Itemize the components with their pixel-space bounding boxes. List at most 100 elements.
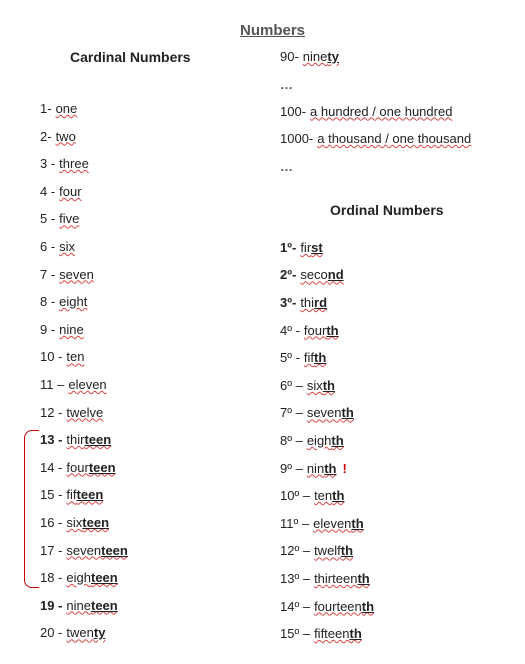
left-column: Cardinal Numbers 1- one2- two3 - three4 … — [40, 49, 240, 654]
entry-word: eleven — [68, 377, 106, 393]
entry-number: 5º - — [280, 350, 300, 366]
entry-number: 4 - — [40, 184, 55, 200]
entry-word: two — [56, 129, 76, 145]
entry-word: eight — [59, 294, 87, 310]
entry-word: ninety — [303, 49, 339, 65]
entry-word: twelfth — [314, 543, 353, 559]
entry-number: 11 – — [40, 377, 64, 393]
entry-number: 18 - — [40, 570, 62, 586]
brace-decoration — [24, 430, 39, 588]
entry-number: 13 - — [40, 432, 62, 448]
ordinal-entry: 6º – sixth — [280, 378, 500, 394]
entry-number: 10º – — [280, 488, 310, 504]
entry-number: 10 - — [40, 349, 62, 365]
cardinal-entry: 3 - three — [40, 156, 240, 172]
entry-word: nine — [59, 322, 84, 338]
cardinal-entry: 1000- a thousand / one thousand — [280, 131, 500, 147]
entry-number: 14 - — [40, 460, 62, 476]
entry-number: 2- — [40, 129, 52, 145]
ordinal-entry: 14º – fourteenth — [280, 599, 500, 615]
cardinal-extra-list: 90- ninety…100- a hundred / one hundred1… — [280, 49, 500, 174]
ordinal-entry: 4º - fourth — [280, 323, 500, 339]
entry-word: six — [59, 239, 75, 255]
entry-word: eighth — [307, 433, 344, 449]
entry-number: 19 - — [40, 598, 62, 614]
page-title: Numbers — [40, 22, 505, 39]
entry-number: 90- — [280, 49, 299, 65]
entry-number: 15º – — [280, 626, 310, 642]
entry-word: tenth — [314, 488, 344, 504]
ordinal-entry: 15º – fifteenth — [280, 626, 500, 642]
entry-number: 9 - — [40, 322, 55, 338]
cardinal-entry: 5 - five — [40, 211, 240, 227]
entry-word: second — [300, 267, 343, 283]
entry-word: seven — [59, 267, 94, 283]
entry-number: 6º – — [280, 378, 303, 394]
entry-word: sixth — [307, 378, 335, 394]
entry-word: eighteen — [66, 570, 117, 586]
cardinal-entry: 11 – eleven — [40, 377, 240, 393]
cardinal-entry: 16 - sixteen — [40, 515, 240, 531]
cardinal-entry: 18 - eighteen — [40, 570, 240, 586]
cardinal-entry: 13 -thirteen — [40, 432, 240, 448]
cardinal-entry: 10 - ten — [40, 349, 240, 365]
entry-word: fourth — [304, 323, 339, 339]
entry-word: thirteenth — [314, 571, 370, 587]
entry-number: 14º – — [280, 599, 310, 615]
cardinal-entry: 4 - four — [40, 184, 240, 200]
ordinal-heading: Ordinal Numbers — [330, 202, 500, 218]
entry-number: 100- — [280, 104, 306, 120]
ordinal-entry: 8º – eighth — [280, 433, 500, 449]
entry-word: fourteen — [66, 460, 115, 476]
entry-number: 8 - — [40, 294, 55, 310]
ordinal-entry: 11º – eleventh — [280, 516, 500, 532]
entry-word: three — [59, 156, 89, 172]
entry-number: 12 - — [40, 405, 62, 421]
entry-number: 7º – — [280, 405, 303, 421]
entry-word: fifteen — [66, 487, 103, 503]
cardinal-entry: 9 - nine — [40, 322, 240, 338]
ordinal-list: 1º- first 2º- second 3º- third 4º - fourth 5… — [280, 240, 500, 642]
entry-word: a thousand / one thousand — [317, 131, 471, 147]
entry-number: 1- — [40, 101, 52, 117]
entry-word: ninth — [307, 461, 337, 477]
ordinal-entry: 5º - fifth — [280, 350, 500, 366]
cardinal-entry: 20 - twenty — [40, 625, 240, 641]
entry-word: thirteen — [66, 432, 111, 448]
entry-number: 3 - — [40, 156, 55, 172]
cardinal-entry: 90- ninety — [280, 49, 500, 65]
entry-number: 1000- — [280, 131, 313, 147]
entry-word: twelve — [66, 405, 103, 421]
spacer — [40, 83, 240, 101]
entry-word: twenty — [66, 625, 105, 641]
ordinal-entry: 12º – twelfth — [280, 543, 500, 559]
ordinal-entry: 1º- first — [280, 240, 500, 256]
entry-number: 16 - — [40, 515, 62, 531]
cardinal-entry: 12 - twelve — [40, 405, 240, 421]
cardinal-entry: 15 - fifteen — [40, 487, 240, 503]
entry-number: 12º – — [280, 543, 310, 559]
entry-word: ten — [66, 349, 84, 365]
right-column: 90- ninety…100- a hundred / one hundred1… — [280, 49, 500, 654]
entry-word: seventh — [307, 405, 354, 421]
entry-number: 8º – — [280, 433, 303, 449]
ellipsis: … — [280, 77, 500, 92]
entry-word: fourteenth — [314, 599, 374, 615]
ordinal-entry: 9º – ninth ! — [280, 461, 500, 477]
ordinal-entry: 3º- third — [280, 295, 500, 311]
entry-word: nineteen — [66, 598, 117, 614]
cardinal-entry: 100- a hundred / one hundred — [280, 104, 500, 120]
entry-word: first — [300, 240, 322, 256]
entry-word: seventeen — [66, 543, 127, 559]
entry-number: 1º- — [280, 240, 296, 256]
entry-word: four — [59, 184, 81, 200]
ordinal-entry: 2º- second — [280, 267, 500, 283]
ellipsis: … — [280, 159, 500, 174]
entry-number: 3º- — [280, 295, 296, 311]
entry-word: eleventh — [313, 516, 364, 532]
exclaim-icon: ! — [342, 461, 346, 477]
cardinal-heading: Cardinal Numbers — [70, 49, 240, 65]
document-page: Numbers Cardinal Numbers 1- one2- two3 -… — [0, 0, 525, 664]
entry-number: 13º – — [280, 571, 310, 587]
entry-number: 7 - — [40, 267, 55, 283]
